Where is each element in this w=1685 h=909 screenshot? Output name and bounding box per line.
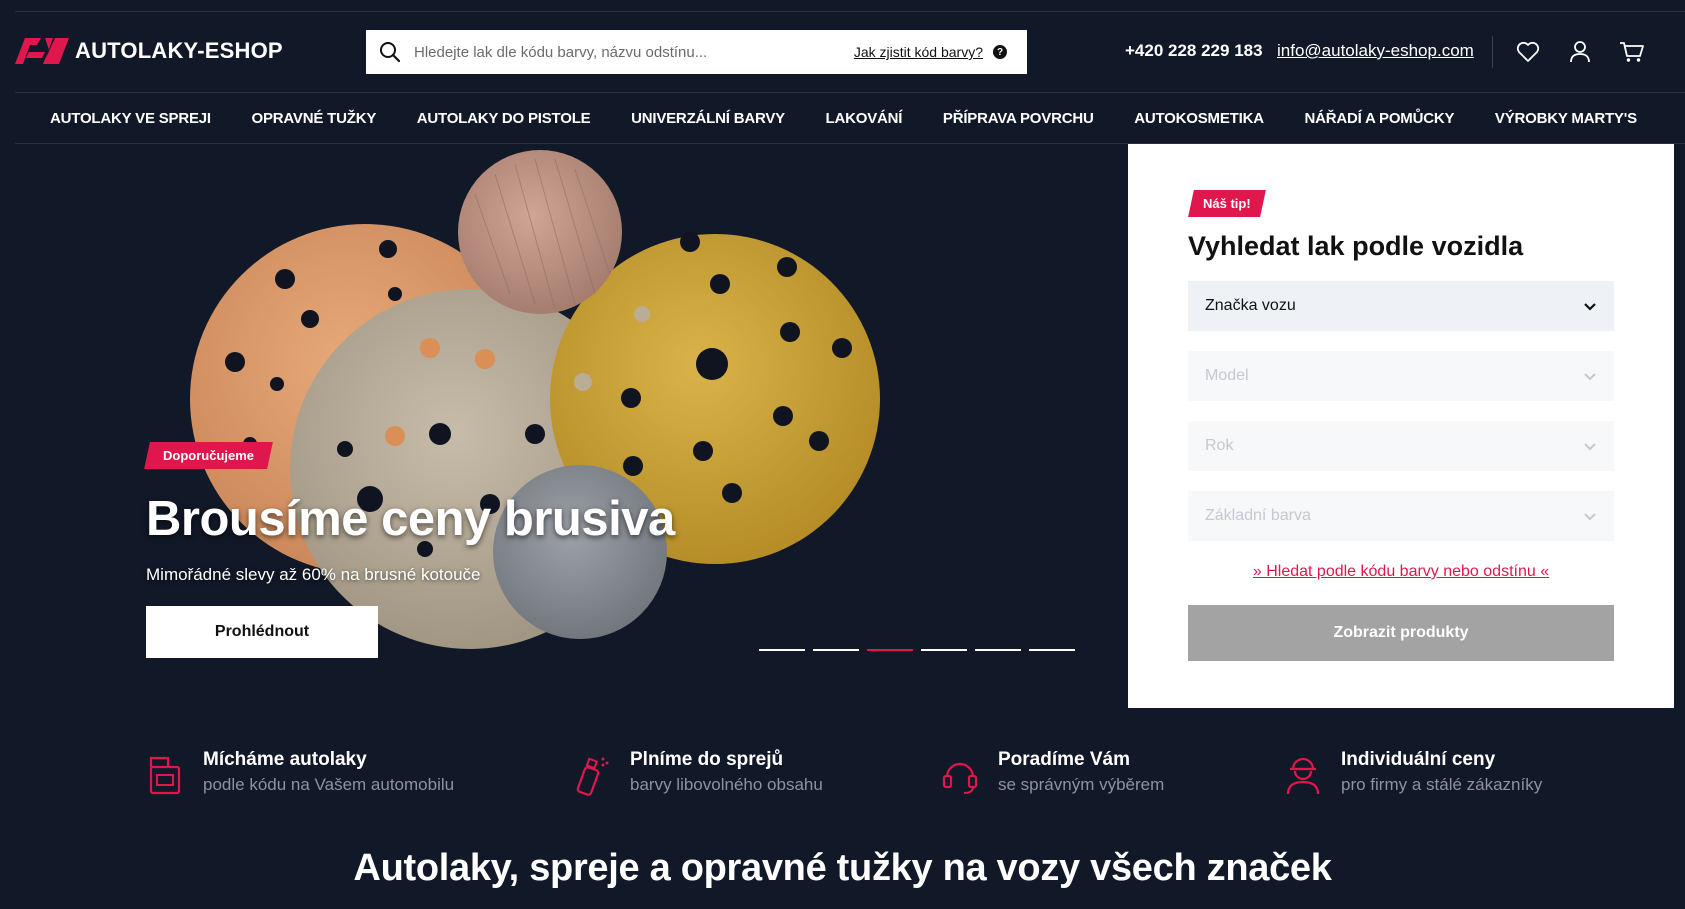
search-icon[interactable] <box>366 30 414 74</box>
year-select-label: Rok <box>1205 437 1234 454</box>
color-code-help: Jak zjistit kód barvy? ? <box>854 44 1027 60</box>
nav-item-autolaky-ve-spreji[interactable]: AUTOLAKY VE SPREJI <box>50 110 211 127</box>
feature-subtitle: barvy libovolného obsahu <box>630 775 823 794</box>
nav-item-priprava-povrchu[interactable]: PŘÍPRAVA POVRCHU <box>943 110 1094 127</box>
color-code-help-link[interactable]: Jak zjistit kód barvy? <box>854 44 983 60</box>
phone-number[interactable]: +420 228 229 183 <box>1125 41 1263 61</box>
nav-item-lakovani[interactable]: LAKOVÁNÍ <box>826 110 903 127</box>
brand-select-label: Značka vozu <box>1205 297 1296 314</box>
carousel-dot-1[interactable] <box>759 649 805 651</box>
nav-item-naradi-a-pomucky[interactable]: NÁŘADÍ A POMŮCKY <box>1304 110 1454 127</box>
nav-item-autokosmetika[interactable]: AUTOKOSMETIKA <box>1134 110 1264 127</box>
header-divider <box>1492 36 1493 68</box>
brand-select[interactable]: Značka vozu <box>1188 281 1614 331</box>
hero-view-button[interactable]: Prohlédnout <box>146 606 378 658</box>
feature-spray-filling: Plníme do sprejů barvy libovolného obsah… <box>572 749 823 797</box>
nav-item-autolaky-do-pistole[interactable]: AUTOLAKY DO PISTOLE <box>417 110 591 127</box>
feature-title: Individuální ceny <box>1341 749 1496 770</box>
carousel-dot-6[interactable] <box>1029 649 1075 651</box>
show-products-button[interactable]: Zobrazit produkty <box>1188 605 1614 661</box>
chevron-down-icon <box>1584 442 1596 450</box>
feature-title: Poradíme Vám <box>998 749 1130 770</box>
panel-title: Vyhledat lak podle vozidla <box>1188 231 1524 261</box>
feature-title: Mícháme autolaky <box>203 749 367 770</box>
feature-subtitle: se správným výběrem <box>998 775 1165 794</box>
feature-mixing: Mícháme autolaky podle kódu na Vašem aut… <box>145 749 454 797</box>
carousel-dot-2[interactable] <box>813 649 859 651</box>
chevron-down-icon <box>1584 302 1596 311</box>
section-title: Autolaky, spreje a opravné tužky na vozy… <box>353 847 1332 889</box>
carousel-dot-5[interactable] <box>975 649 1021 651</box>
hero-subtitle: Mimořádné slevy až 60% na brusné kotouče <box>146 565 481 584</box>
model-select-label: Model <box>1205 367 1249 384</box>
year-select[interactable]: Rok <box>1188 421 1614 471</box>
search-by-color-code-link[interactable]: » Hledat podle kódu barvy nebo odstínu « <box>1128 563 1674 581</box>
vehicle-search-panel: Náš tip! Vyhledat lak podle vozidla Znač… <box>1128 144 1674 708</box>
feature-individual-prices: Individuální ceny pro firmy a stálé záka… <box>1283 749 1542 797</box>
main-nav: AUTOLAKY VE SPREJI OPRAVNÉ TUŽKY AUTOLAK… <box>15 93 1672 143</box>
paint-bucket-icon <box>145 753 185 797</box>
nav-item-univerzalni-barvy[interactable]: UNIVERZÁLNÍ BARVY <box>631 110 785 127</box>
model-select[interactable]: Model <box>1188 351 1614 401</box>
hero-banner: Doporučujeme Brousíme ceny brusiva Mimoř… <box>15 144 1118 708</box>
nav-item-opravne-tuzky[interactable]: OPRAVNÉ TUŽKY <box>252 110 377 127</box>
search-bar: Jak zjistit kód barvy? ? <box>366 30 1027 74</box>
cart-icon[interactable] <box>1618 38 1646 66</box>
feature-advice: Poradíme Vám se správným výběrem <box>940 749 1164 797</box>
tip-badge: Náš tip! <box>1188 190 1266 217</box>
top-divider <box>15 11 1685 12</box>
base-color-select[interactable]: Základní barva <box>1188 491 1614 541</box>
carousel-dot-3[interactable] <box>867 649 913 651</box>
logo[interactable]: AUTOLAKY-ESHOP <box>15 33 283 69</box>
user-icon[interactable] <box>1566 38 1594 66</box>
search-input[interactable] <box>414 43 854 61</box>
feature-title: Plníme do sprejů <box>630 749 784 770</box>
email-link[interactable]: info@autolaky-eshop.com <box>1277 41 1474 61</box>
headset-icon <box>940 753 980 797</box>
question-icon[interactable]: ? <box>993 45 1007 59</box>
worker-icon <box>1283 753 1323 797</box>
hero-title: Brousíme ceny brusiva <box>146 492 675 546</box>
spray-can-icon <box>572 753 612 797</box>
nav-item-vyrobky-martys[interactable]: VÝROBKY MARTY'S <box>1495 110 1637 127</box>
base-color-select-label: Základní barva <box>1205 507 1311 524</box>
chevron-down-icon <box>1584 372 1596 380</box>
logo-text: AUTOLAKY-ESHOP <box>75 38 283 63</box>
feature-subtitle: podle kódu na Vašem automobilu <box>203 775 455 794</box>
heart-icon[interactable] <box>1514 38 1542 66</box>
carousel-dot-4[interactable] <box>921 649 967 651</box>
chevron-down-icon <box>1584 512 1596 520</box>
hero-badge: Doporučujeme <box>144 442 273 469</box>
feature-subtitle: pro firmy a stálé zákazníky <box>1341 775 1543 794</box>
logo-mark-icon <box>15 38 69 64</box>
carousel-indicators <box>759 649 1075 651</box>
